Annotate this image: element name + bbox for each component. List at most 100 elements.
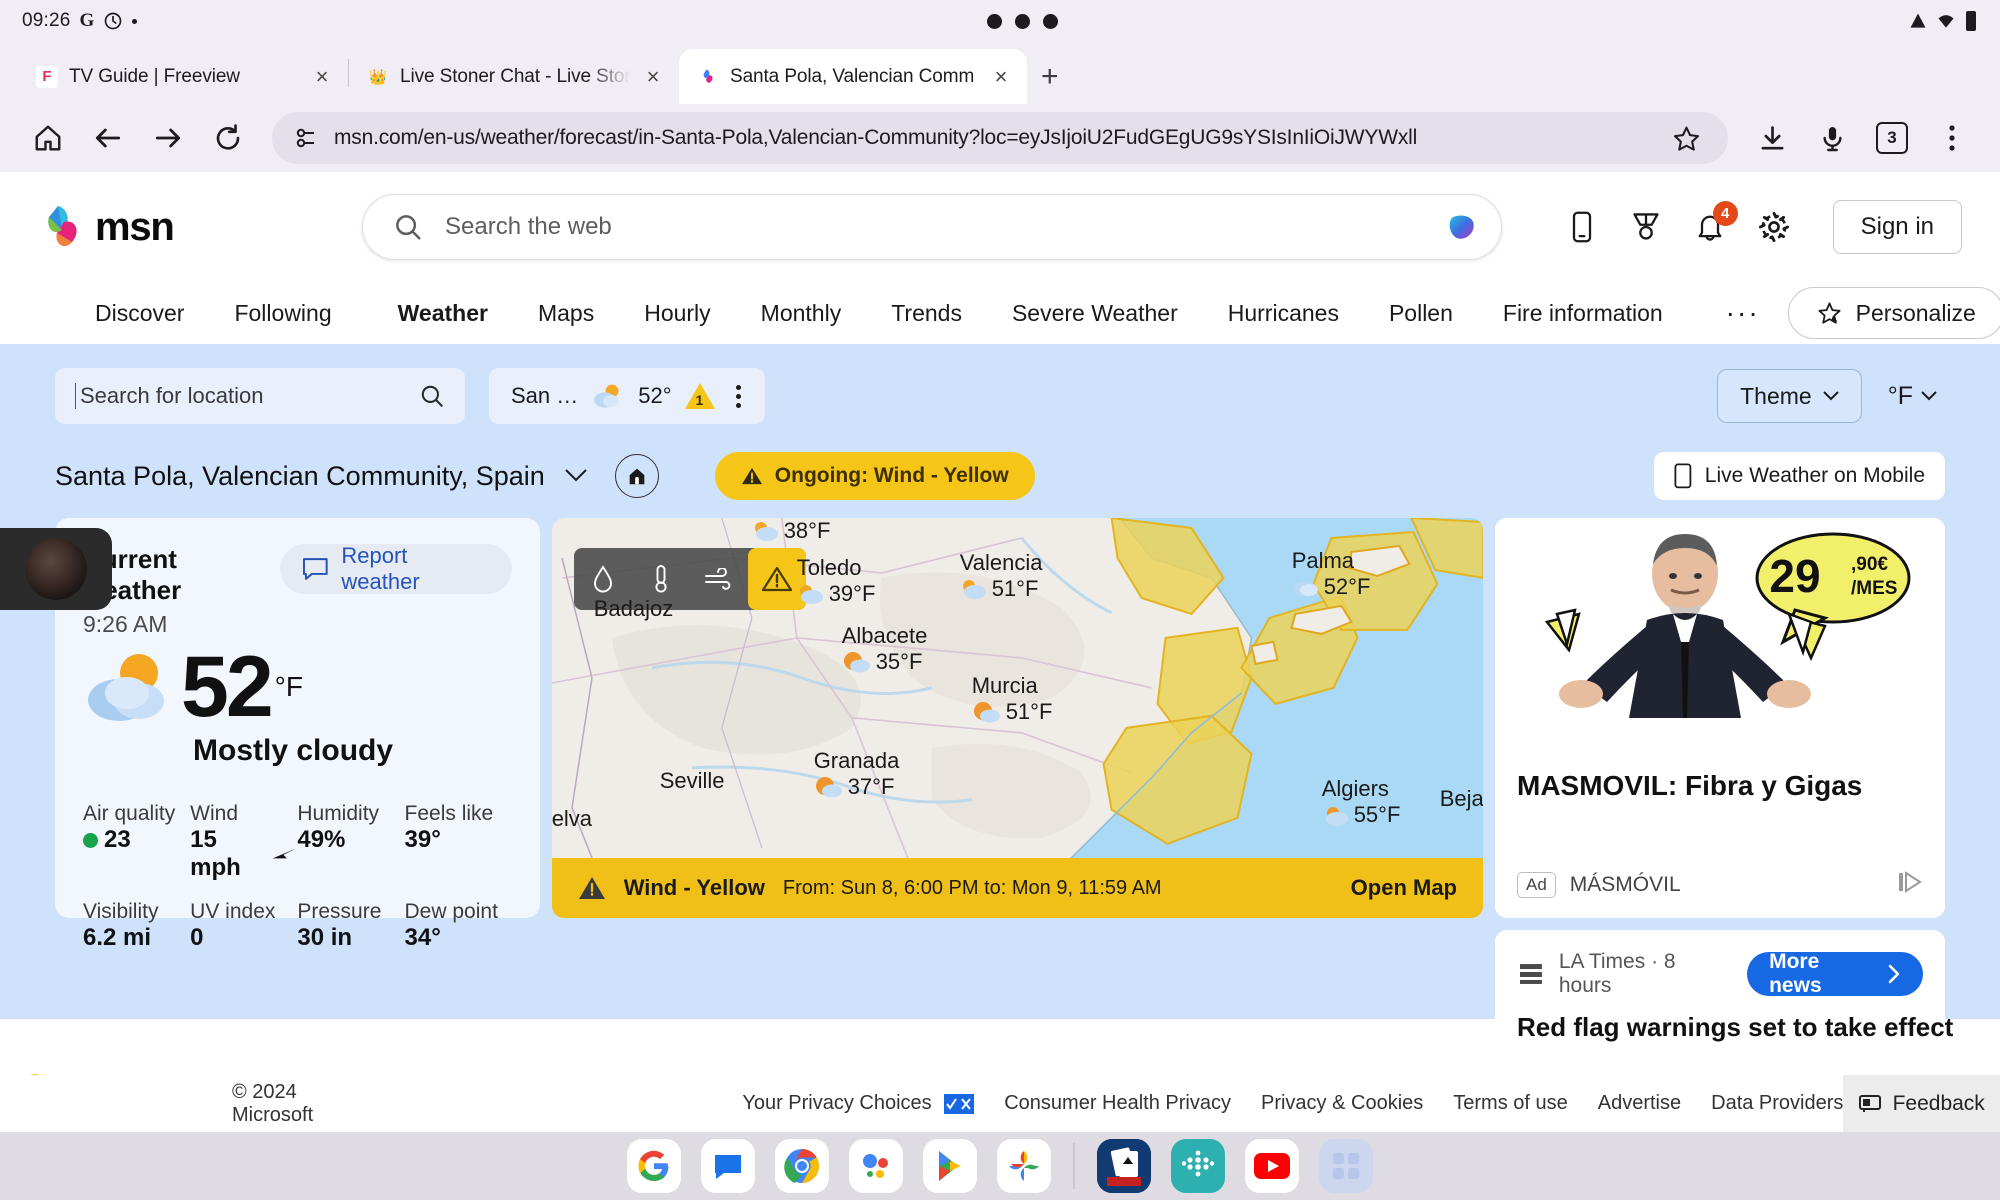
close-icon[interactable]: ×	[989, 65, 1013, 88]
live-weather-mobile-button[interactable]: Live Weather on Mobile	[1653, 452, 1945, 500]
msn-nav-bar: Discover Following Weather Maps Hourly M…	[0, 282, 2000, 344]
nav-item-trends[interactable]: Trends	[866, 300, 987, 327]
feedback-button[interactable]: Feedback	[1843, 1075, 2000, 1132]
google-photos-icon[interactable]	[997, 1139, 1051, 1193]
site-settings-icon[interactable]	[294, 126, 318, 150]
unit-toggle-button[interactable]: °F	[1880, 382, 1945, 411]
close-icon[interactable]: ×	[641, 65, 665, 88]
open-map-link[interactable]: Open Map	[1351, 875, 1457, 901]
ongoing-alert-chip[interactable]: Ongoing: Wind - Yellow	[714, 452, 1035, 500]
chrome-icon[interactable]	[775, 1139, 829, 1193]
microphone-icon[interactable]	[1804, 110, 1860, 166]
reload-icon[interactable]	[200, 110, 256, 166]
notifications-bell-icon[interactable]: 4	[1693, 201, 1738, 244]
footer-link-consumer-health-privacy[interactable]: Consumer Health Privacy	[1004, 1092, 1231, 1115]
copilot-icon[interactable]	[1439, 204, 1485, 250]
unit-label: °F	[1887, 381, 1913, 410]
close-icon[interactable]: ×	[310, 65, 334, 88]
tab-count-label: 3	[1876, 122, 1908, 154]
theme-button[interactable]: Theme	[1717, 369, 1862, 423]
nav-item-maps[interactable]: Maps	[513, 300, 619, 327]
current-weather-title: Current weather	[83, 544, 182, 605]
favorite-location-chip[interactable]: San … 52° 1	[489, 368, 765, 424]
settings-gear-icon[interactable]	[1757, 210, 1791, 244]
google-search-icon[interactable]	[627, 1139, 681, 1193]
nav-item-severe-weather[interactable]: Severe Weather	[987, 300, 1203, 327]
search-icon[interactable]	[419, 383, 445, 409]
city-temp: 51°F	[972, 699, 1052, 725]
nav-item-pollen[interactable]: Pollen	[1364, 300, 1478, 327]
home-icon[interactable]	[20, 110, 76, 166]
new-tab-button[interactable]: +	[1041, 60, 1059, 94]
more-news-label: More news	[1769, 950, 1822, 997]
wind-icon[interactable]	[690, 548, 748, 610]
chevron-down-icon[interactable]	[565, 465, 587, 488]
google-assistant-icon[interactable]	[849, 1139, 903, 1193]
nav-item-following[interactable]: Following	[209, 300, 356, 327]
kebab-menu-icon[interactable]	[1924, 110, 1980, 166]
youtube-icon[interactable]	[1245, 1139, 1299, 1193]
nav-item-weather[interactable]: Weather	[373, 300, 513, 327]
fitbit-icon[interactable]	[1171, 1139, 1225, 1193]
more-news-button[interactable]: More news	[1747, 950, 1923, 997]
city-temp: 51°F	[960, 576, 1043, 602]
ad-advertiser: MÁSMÓVIL	[1569, 872, 1681, 896]
footer-link-advertise[interactable]: Advertise	[1598, 1092, 1681, 1115]
nav-more-icon[interactable]: ···	[1726, 297, 1760, 329]
nav-item-fire-information[interactable]: Fire information	[1478, 300, 1688, 327]
city-name: Bejaia	[1439, 786, 1483, 811]
browser-tab-strip[interactable]: F TV Guide | Freeview × 👑 Live Stoner Ch…	[0, 42, 2000, 104]
report-weather-button[interactable]: Report weather	[279, 543, 512, 594]
sign-in-button[interactable]: Sign in	[1832, 200, 1962, 254]
web-search-box[interactable]: Search the web	[362, 194, 1502, 260]
feedback-icon	[1858, 1094, 1881, 1112]
tab-count-button[interactable]: 3	[1864, 110, 1920, 166]
forward-icon[interactable]	[140, 110, 196, 166]
sun-legend-icon	[22, 1074, 48, 1075]
nav-item-monthly[interactable]: Monthly	[736, 300, 867, 327]
map-alert-bar[interactable]: Wind - Yellow From: Sun 8, 6:00 PM to: M…	[551, 858, 1483, 918]
nav-item-hourly[interactable]: Hourly	[619, 300, 735, 327]
nav-item-hurricanes[interactable]: Hurricanes	[1203, 300, 1364, 327]
fav-chip-menu-icon[interactable]	[728, 384, 749, 408]
google-messages-icon[interactable]	[701, 1139, 755, 1193]
map-city-murcia: Murcia 51°F	[972, 673, 1053, 725]
city-name: Palma	[1291, 548, 1355, 573]
live-weather-label: Live Weather on Mobile	[1704, 464, 1925, 487]
footer-links: Your Privacy Choices Consumer Health Pri…	[742, 1092, 1843, 1115]
bookmark-star-icon[interactable]	[1658, 110, 1714, 166]
personalize-button[interactable]: Personalize	[1787, 287, 2000, 339]
nav-item-discover[interactable]: Discover	[70, 300, 209, 327]
advertisement-card[interactable]: 29 ,90€ /MES MASMOVIL: Fibra y Gigas Ad …	[1495, 518, 1945, 918]
browser-tab-2[interactable]: Santa Pola, Valencian Comm ×	[679, 49, 1027, 104]
aqi-dot-icon	[83, 832, 98, 848]
footer-link-data-providers[interactable]: Data Providers	[1711, 1092, 1843, 1115]
phone-icon[interactable]	[1565, 210, 1599, 244]
location-search-input[interactable]: Search for location	[55, 368, 465, 424]
back-icon[interactable]	[80, 110, 136, 166]
footer-link-privacy-choices[interactable]: Your Privacy Choices	[742, 1092, 975, 1115]
news-headline[interactable]: Red flag warnings set to take effect	[1517, 1012, 1953, 1043]
download-icon[interactable]	[1744, 110, 1800, 166]
ad-title[interactable]: MASMOVIL: Fibra y Gigas	[1495, 750, 1945, 802]
set-home-location-button[interactable]	[614, 454, 659, 498]
msn-logo[interactable]: msn	[38, 202, 338, 252]
footer-link-privacy-cookies[interactable]: Privacy & Cookies	[1261, 1092, 1423, 1115]
web-page-content: msn Search the web 4 Sign in Discover Fo…	[0, 172, 2000, 1075]
alert-triangle-icon	[741, 467, 762, 485]
browser-tab-1[interactable]: 👑 Live Stoner Chat - Live Stor ×	[349, 49, 679, 104]
ad-choices-icon[interactable]	[1897, 871, 1923, 898]
address-bar[interactable]: msn.com/en-us/weather/forecast/in-Santa-…	[272, 112, 1728, 164]
svg-text:29: 29	[1769, 550, 1820, 602]
mostly-sunny-icon	[973, 702, 1000, 723]
footer-link-terms-of-use[interactable]: Terms of use	[1453, 1092, 1567, 1115]
news-card[interactable]: LA Times · 8 hours More news Red flag wa…	[1495, 930, 1953, 1060]
metric-humidity: Humidity 49%	[297, 802, 404, 882]
alert-count-badge[interactable]: 1	[684, 383, 715, 409]
solitaire-icon[interactable]	[1097, 1139, 1151, 1193]
browser-tab-0[interactable]: F TV Guide | Freeview ×	[18, 49, 348, 104]
play-store-icon[interactable]	[923, 1139, 977, 1193]
app-drawer-icon[interactable]	[1319, 1139, 1373, 1193]
rewards-icon[interactable]	[1629, 210, 1663, 244]
weather-map-card[interactable]: 38°F Toledo 39°F Valencia 51°F Albacete …	[551, 518, 1483, 918]
